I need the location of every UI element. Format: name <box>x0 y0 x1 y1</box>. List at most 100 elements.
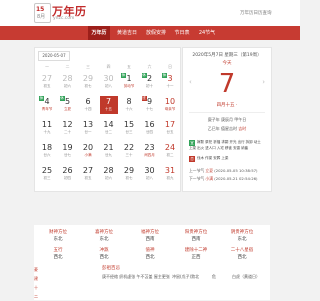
calendar-day[interactable]: 2 初十休 <box>141 73 159 91</box>
calendar-day[interactable]: 29 初七 <box>79 73 97 91</box>
day-lunar: 初四 <box>64 176 71 180</box>
next-day-icon[interactable]: › <box>262 78 265 86</box>
calendar-day[interactable]: 30 初八 <box>141 165 159 183</box>
calendar-day[interactable]: 28 初六 <box>59 73 77 91</box>
calendar-day[interactable]: 6 十四 <box>79 96 97 114</box>
date-select[interactable]: 2020-05-07 <box>38 51 70 61</box>
workday-badge: 班 <box>141 96 147 101</box>
next-term-name[interactable]: 小满 <box>205 176 213 181</box>
calendar-day[interactable]: 20 小满 <box>79 142 97 160</box>
calendar-day[interactable]: 8 十六 <box>120 96 138 114</box>
weekday-label: 六 <box>147 64 152 69</box>
day-lunar: 母亲节 <box>164 107 176 111</box>
day-lunar: 十五 <box>105 107 112 111</box>
calendar-day[interactable]: 27 初五 <box>79 165 97 183</box>
extra-a: 冲鼠(戊子)煞北 <box>172 274 200 279</box>
day-number: 6 <box>85 97 91 106</box>
info-cell-heading: 冲煞 <box>99 248 109 253</box>
calendar-day[interactable]: 21 廿九 <box>100 142 118 160</box>
day-number: 28 <box>103 166 114 175</box>
calendar-day[interactable]: 10 母亲节 <box>161 96 179 114</box>
day-number: 29 <box>82 74 94 83</box>
extra-c: 白虎（黄道日） <box>232 274 260 279</box>
day-detail-panel: 2020年5月7日 星期三（第19周） 今天 ‹ 7 › 四月十五 · 庚子年 … <box>182 47 272 192</box>
info-cell: 二十八星宿 西北 <box>222 247 262 261</box>
nav-item-holidays[interactable]: 放假安排 <box>143 26 169 40</box>
day-lunar: 闰四月 <box>144 153 155 157</box>
calendar-day[interactable]: 30 初八 <box>100 73 118 91</box>
calendar-day[interactable]: 14 廿二 <box>100 119 118 137</box>
day-number: 21 <box>103 143 114 152</box>
day-number: 17 <box>164 120 176 129</box>
calendar-day[interactable]: 15 廿三 <box>120 119 138 137</box>
info-cell-heading: 值神 <box>145 248 155 253</box>
day-lunar: 廿四 <box>146 130 153 134</box>
weekday-label: 三 <box>86 64 90 69</box>
day-number: 8 <box>126 97 132 106</box>
day-number: 25 <box>41 166 53 175</box>
holiday-badge: 休 <box>121 73 126 78</box>
calendar-day[interactable]: 3 十一休 <box>161 73 179 91</box>
vertical-char: 十 <box>34 285 38 290</box>
calendar-day[interactable]: 31 初九 <box>161 165 179 183</box>
day-number: 30 <box>144 166 155 175</box>
calendar-day[interactable]: 26 初四 <box>59 165 77 183</box>
day-lunar: 初九 <box>166 176 174 180</box>
calendar-day[interactable]: 18 廿六 <box>38 142 56 160</box>
main-nav: 万年历 黄道吉日 放假安排 节日表 24节气 <box>0 26 300 40</box>
weekday-label: 二 <box>65 64 70 69</box>
star-prefix: 乙巳年 值星吉时 <box>207 126 237 131</box>
day-lunar: 十七 <box>146 107 153 111</box>
info-cell: 财神方位 东北 <box>38 229 78 243</box>
calendar-day[interactable]: 22 三十 <box>120 142 138 160</box>
day-lunar: 初五 <box>43 84 51 88</box>
lunar-date: 四月十五 · <box>216 103 238 108</box>
info-cell-value: 西北 <box>237 255 247 260</box>
calendar-day[interactable]: 17 廿五 <box>161 119 179 137</box>
day-number: 20 <box>82 143 94 152</box>
calendar-panel: 2020-05-07 一二三四五六日 27 初五 28 初六 29 初七 30 初八 1 劳动节休… <box>34 47 181 192</box>
calendar-day[interactable]: 25 初三 <box>38 165 56 183</box>
info-cell: 福神方位 西南 <box>130 229 170 243</box>
nav-item-lucky-days[interactable]: 黄道吉日 <box>114 26 140 40</box>
day-number: 7 <box>105 97 112 106</box>
day-lunar: 初十 <box>146 84 153 88</box>
calendar-day[interactable]: 12 二十 <box>59 119 77 137</box>
vertical-char: 建 <box>34 276 38 281</box>
calendar-logo-icon[interactable]: 15 8月 <box>34 3 51 23</box>
calendar-day[interactable]: 29 初七 <box>120 165 138 183</box>
star-tag[interactable]: 吉时 <box>238 126 246 131</box>
day-lunar: 十一 <box>166 84 174 88</box>
calendar-day[interactable]: 1 劳动节休 <box>120 73 138 91</box>
today-label: 今天 <box>222 61 232 66</box>
day-number: 15 <box>123 120 135 129</box>
calendar-day[interactable]: 23 闰四月 <box>141 142 159 160</box>
calendar-day[interactable]: 27 初五 <box>38 73 56 91</box>
info-cell: 冲煞 西北 <box>84 247 124 261</box>
info-cell: 建除十二神 正西 <box>176 247 216 261</box>
calendar-day[interactable]: 16 廿四 <box>141 119 159 137</box>
calendar-day[interactable]: 7 十五 <box>99 96 118 114</box>
calendar-day[interactable]: 11 十九 <box>38 119 56 137</box>
prev-term-name[interactable]: 立夏 <box>205 168 213 173</box>
nav-item-solar-terms[interactable]: 24节气 <box>196 26 218 40</box>
info-cell-value: 东北 <box>237 237 247 242</box>
day-number: 22 <box>123 143 135 152</box>
calendar-day[interactable]: 13 廿一 <box>79 119 97 137</box>
nav-item-calendar[interactable]: 万年历 <box>88 26 110 40</box>
day-number: 16 <box>144 120 155 129</box>
info-cell-value: 西北 <box>145 255 155 260</box>
calendar-day[interactable]: 4 青年节休 <box>38 96 56 114</box>
calendar-day[interactable]: 5 立夏休 <box>59 96 77 114</box>
info-cell: 阴贵神方位 东北 <box>222 229 262 243</box>
day-number: 11 <box>41 120 53 129</box>
calendar-day[interactable]: 19 廿七 <box>59 142 77 160</box>
info-cell-value: 西南 <box>145 237 155 242</box>
calendar-day[interactable]: 28 初六 <box>100 165 118 183</box>
big-day-number: 7 <box>218 69 236 99</box>
top-link[interactable]: 万年历日历查询 <box>240 10 272 16</box>
day-number: 23 <box>144 143 155 152</box>
calendar-day[interactable]: 9 十七班 <box>141 96 159 114</box>
calendar-day[interactable]: 24 初二 <box>161 142 179 160</box>
nav-item-festivals[interactable]: 节日表 <box>172 26 192 40</box>
